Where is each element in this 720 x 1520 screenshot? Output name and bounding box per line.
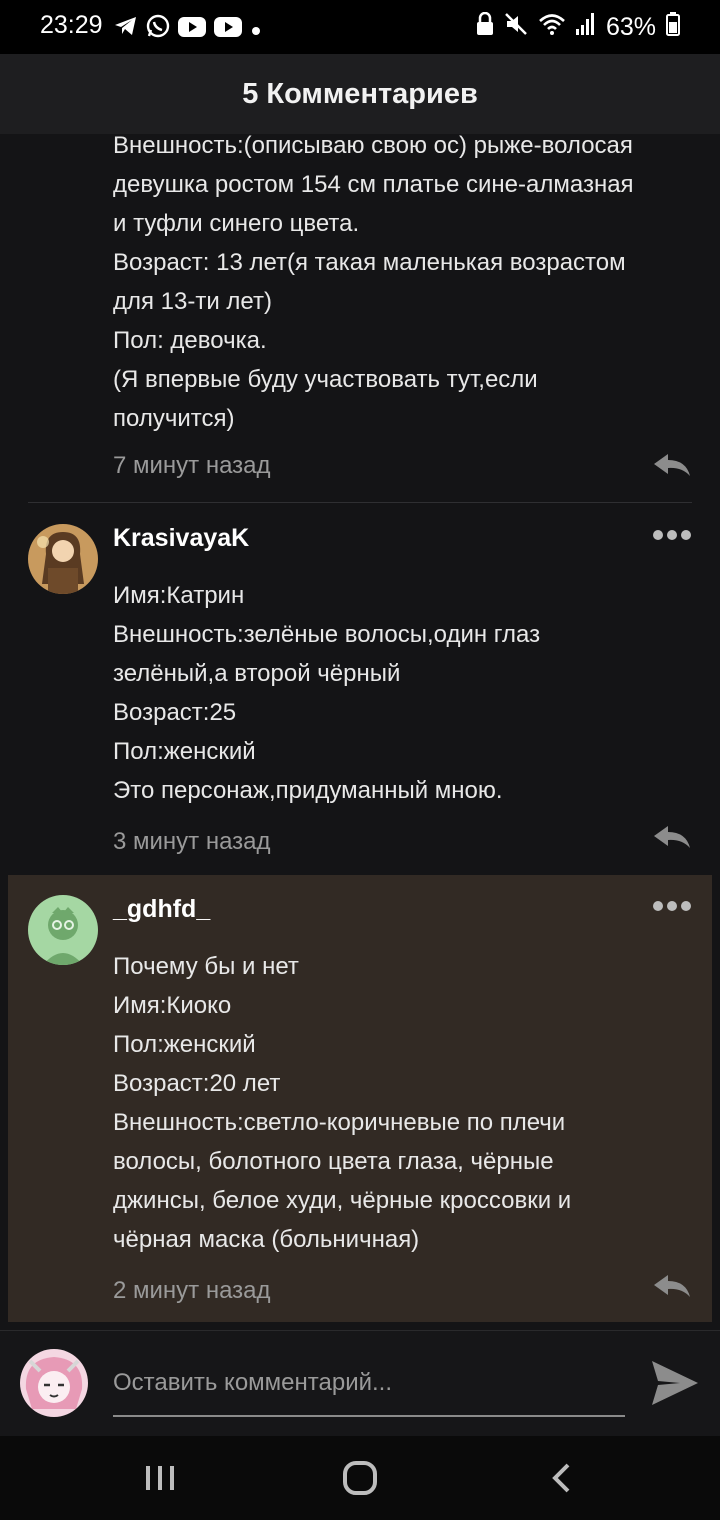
status-bar: 23:29 63% (0, 0, 720, 54)
comment-line: получится) (113, 405, 235, 432)
comment-composer: Оставить комментарий... (0, 1330, 720, 1437)
comment-line: Пол:женский (113, 1031, 256, 1058)
comment-line: (Я впервые буду участвовать тут,если (113, 366, 538, 393)
comment-line: Пол: девочка. (113, 327, 267, 354)
comment-line: Возраст: 13 лет(я такая маленькая возрас… (113, 249, 626, 276)
recents-icon[interactable] (144, 1464, 176, 1497)
comment-author[interactable]: _gdhfd_ (113, 895, 210, 924)
status-time: 23:29 (40, 11, 103, 39)
lock-icon (476, 11, 494, 43)
comment-body: Почему бы и нет Имя:Киоко Пол:женский Во… (113, 947, 698, 1259)
comment-line: Внешность:(описываю свою ос) рыже-волоса… (113, 134, 633, 159)
comment-line: Имя:Киоко (113, 992, 232, 1019)
youtube-icon (214, 15, 242, 44)
comment-line: Почему бы и нет (113, 953, 299, 980)
avatar[interactable] (20, 1349, 88, 1417)
notification-icons (114, 14, 262, 45)
comment-time: 2 минут назад (113, 1277, 271, 1304)
comment-input[interactable]: Оставить комментарий... (113, 1361, 625, 1417)
comment-time: 7 минут назад (113, 452, 271, 479)
comment-line: Возраст:20 лет (113, 1070, 281, 1097)
reply-icon[interactable] (652, 824, 692, 857)
comment-line: Внешность:зелёные волосы,один глаз (113, 621, 541, 648)
back-icon[interactable] (550, 1462, 574, 1499)
comment-time: 3 минут назад (113, 828, 271, 855)
home-icon[interactable] (342, 1460, 378, 1501)
comment-body: Имя:Катрин Внешность:зелёные волосы,один… (113, 576, 698, 810)
send-icon[interactable] (650, 1359, 700, 1412)
wifi-icon (538, 12, 566, 43)
comment-line: Внешность:светло-коричневые по плечи (113, 1109, 566, 1136)
comment-line: девушка ростом 154 см платье сине-алмазн… (113, 171, 634, 198)
comment-line: Возраст:25 (113, 699, 237, 726)
page-title: 5 Комментариев (242, 77, 478, 110)
youtube-icon (178, 15, 206, 44)
system-icons: 63% (476, 11, 680, 43)
comment-item: Внешность:(описываю свою ос) рыже-волоса… (0, 134, 720, 502)
more-options-icon[interactable] (652, 899, 692, 917)
comment-author[interactable]: KrasivayaK (113, 524, 249, 553)
comment-line: для 13-ти лет) (113, 288, 272, 315)
comment-line: волосы, болотного цвета глаза, чёрные (113, 1148, 554, 1175)
divider (28, 502, 692, 503)
comment-line: зелёный,а второй чёрный (113, 660, 401, 687)
comments-header: 5 Комментариев (0, 54, 720, 134)
whatsapp-icon (146, 14, 170, 45)
signal-icon (575, 13, 596, 42)
comments-list[interactable]: Внешность:(описываю свою ос) рыже-волоса… (0, 134, 720, 1330)
avatar[interactable] (28, 524, 98, 594)
comment-item: KrasivayaK Имя:Катрин Внешность:зелёные … (0, 504, 720, 874)
battery-percent: 63% (605, 13, 656, 41)
battery-icon (666, 12, 680, 43)
comment-line: Пол:женский (113, 738, 256, 765)
avatar[interactable] (28, 895, 98, 965)
comment-line: Имя:Катрин (113, 582, 245, 609)
telegram-icon (114, 15, 138, 44)
comment-line: Это персонаж,придуманный мною. (113, 777, 503, 804)
comment-line: чёрная маска (больничная) (113, 1226, 420, 1253)
reply-icon[interactable] (652, 1273, 692, 1306)
comment-line: джинсы, белое худи, чёрные кроссовки и (113, 1187, 572, 1214)
system-nav-bar (0, 1436, 720, 1520)
dot-icon (250, 15, 262, 44)
comment-body: Внешность:(описываю свою ос) рыже-волоса… (113, 134, 698, 438)
comment-line: и туфли синего цвета. (113, 210, 360, 237)
mute-icon (504, 12, 528, 43)
comment-item: _gdhfd_ Почему бы и нет Имя:Киоко Пол:же… (8, 875, 712, 1322)
more-options-icon[interactable] (652, 528, 692, 546)
reply-icon[interactable] (652, 452, 692, 485)
